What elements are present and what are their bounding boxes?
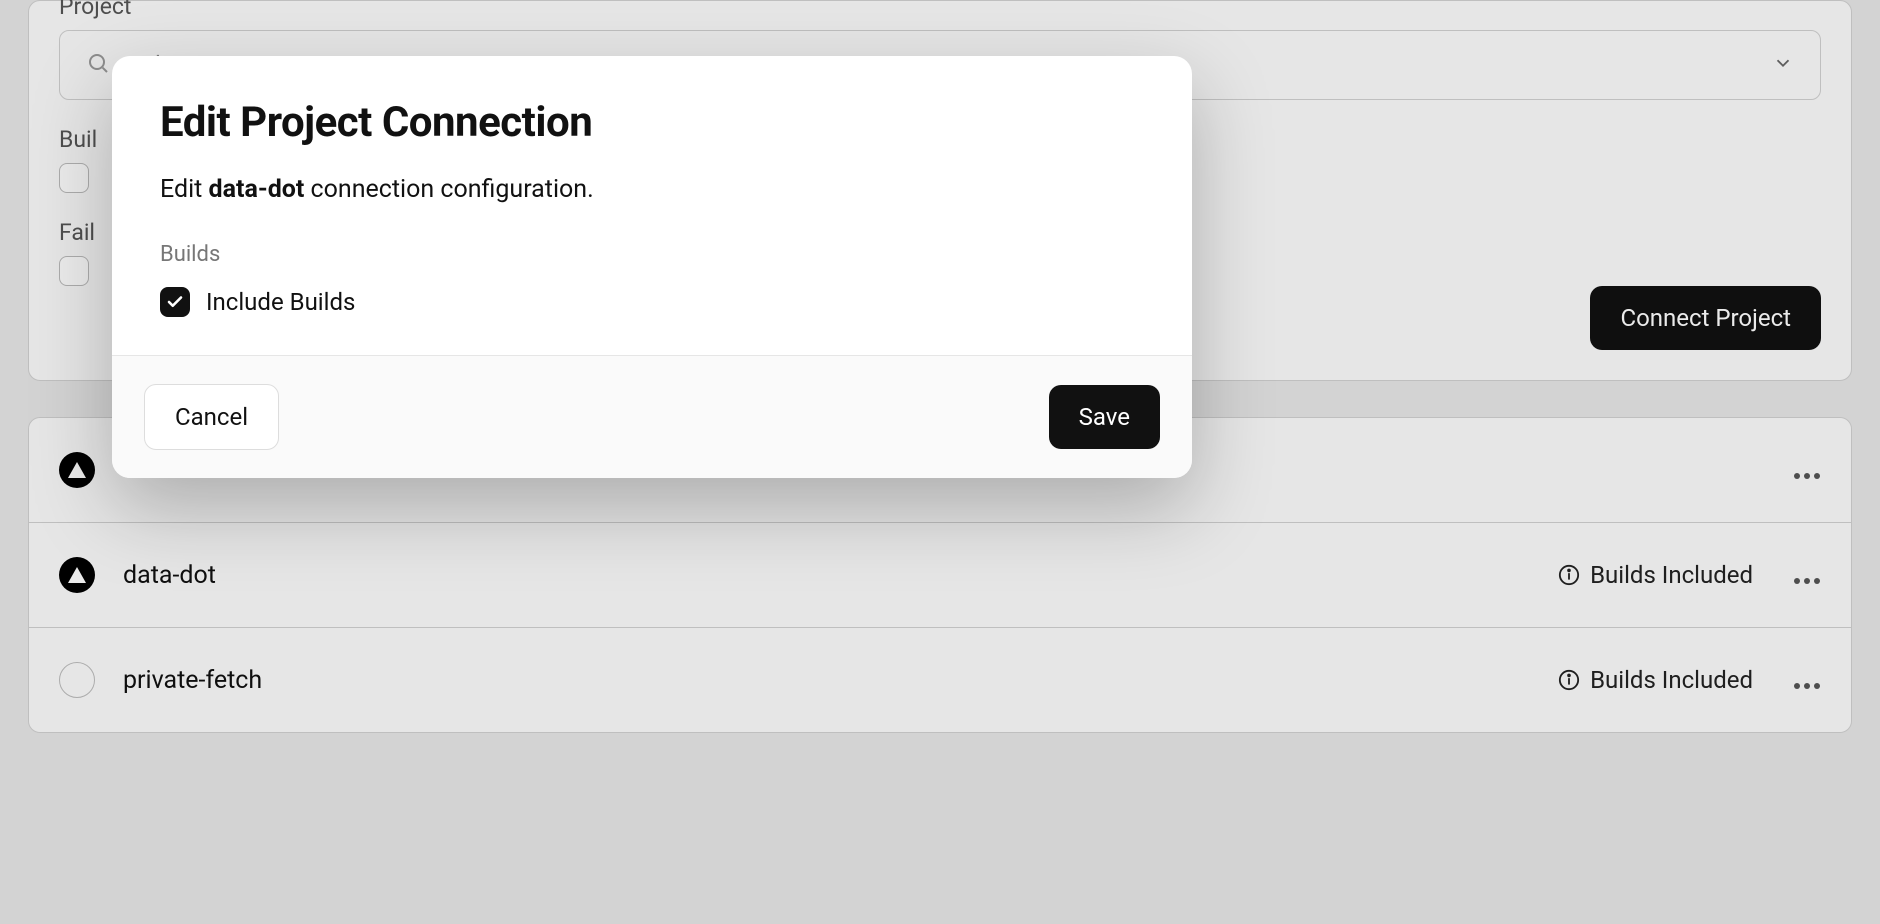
save-button[interactable]: Save — [1049, 385, 1160, 449]
modal-builds-section-label: Builds — [160, 242, 1144, 267]
modal-desc-project: data-dot — [209, 175, 305, 204]
modal-desc-suffix: connection configuration. — [304, 175, 593, 204]
cancel-button[interactable]: Cancel — [144, 384, 279, 450]
modal-title: Edit Project Connection — [160, 98, 1144, 147]
edit-connection-modal: Edit Project Connection Edit data-dot co… — [112, 56, 1192, 478]
check-icon — [166, 293, 184, 311]
modal-overlay[interactable]: Edit Project Connection Edit data-dot co… — [0, 0, 1880, 924]
modal-desc-prefix: Edit — [160, 175, 209, 204]
include-builds-label: Include Builds — [206, 288, 355, 316]
modal-description: Edit data-dot connection configuration. — [160, 175, 1144, 204]
include-builds-checkbox[interactable] — [160, 287, 190, 317]
